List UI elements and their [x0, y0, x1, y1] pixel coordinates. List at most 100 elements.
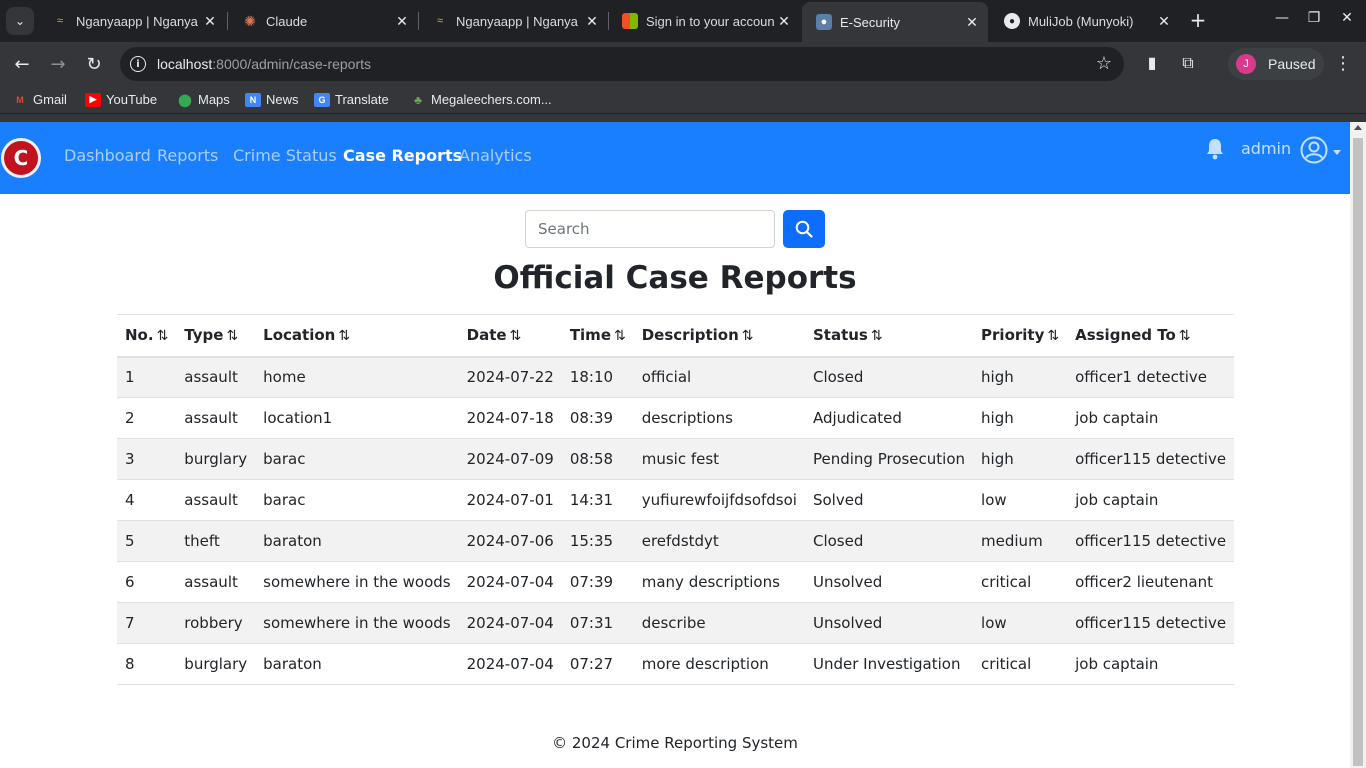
cell-location: barac	[255, 438, 459, 480]
claude-favicon-icon: ✺	[244, 12, 256, 29]
sort-icon[interactable]: ⇅	[742, 328, 754, 344]
bookmark-gmail[interactable]: M Gmail	[12, 92, 67, 107]
browser-menu-icon[interactable]: ⋮	[1334, 53, 1352, 74]
cell-status: Closed	[804, 356, 974, 398]
sort-icon[interactable]: ⇅	[871, 328, 883, 344]
notification-bell-icon[interactable]	[1205, 138, 1225, 160]
site-info-icon[interactable]: i	[130, 56, 146, 72]
cell-status: Pending Prosecution	[804, 438, 974, 480]
nav-analytics[interactable]: Analytics	[459, 146, 532, 165]
logo-letter: C	[13, 146, 29, 170]
youtube-icon: ▶	[85, 92, 101, 107]
nganya-favicon-icon: ≈	[436, 15, 444, 27]
page-footer: © 2024 Crime Reporting System	[552, 734, 798, 752]
bookmark-maps[interactable]: ⬤ Maps	[177, 92, 230, 107]
search-button[interactable]	[783, 210, 825, 248]
column-header-location[interactable]: Location ⇅	[255, 314, 459, 358]
window-close-icon[interactable]: ✕	[1337, 10, 1357, 26]
cell-priority: high	[973, 397, 1068, 439]
column-header-time[interactable]: Time ⇅	[561, 314, 634, 358]
megaleechers-icon: ♣	[414, 92, 422, 107]
news-icon: N	[245, 92, 261, 107]
column-header-no[interactable]: No. ⇅	[117, 314, 177, 358]
cell-assigned-to: officer115 detective	[1067, 438, 1235, 480]
forward-arrow-icon[interactable]: →	[46, 52, 70, 76]
browser-tab-3[interactable]: ≈ Nganyaapp | Nganya ✕	[418, 4, 608, 38]
cell-date: 2024-07-09	[458, 438, 562, 480]
microsoft-favicon-icon	[622, 13, 638, 29]
column-header-status[interactable]: Status ⇅	[804, 314, 974, 358]
bookmark-youtube[interactable]: ▶ YouTube	[85, 92, 157, 107]
browser-tab-1[interactable]: ≈ Nganyaapp | Nganya ✕	[38, 4, 226, 38]
restore-icon[interactable]: ❐	[1304, 10, 1324, 26]
browser-tab-2[interactable]: ✺ Claude ✕	[228, 4, 418, 38]
cell-location: baraton	[255, 643, 459, 685]
column-header-description[interactable]: Description ⇅	[633, 314, 805, 358]
nav-dashboard[interactable]: Dashboard	[64, 146, 151, 165]
sort-icon[interactable]: ⇅	[1047, 328, 1059, 344]
cell-priority: low	[973, 479, 1068, 521]
tab-close-icon[interactable]: ✕	[392, 13, 412, 30]
sort-icon[interactable]: ⇅	[338, 328, 350, 344]
url-host: localhost	[157, 56, 213, 72]
user-name[interactable]: admin	[1241, 139, 1291, 158]
browser-tab-6[interactable]: ● MuliJob (Munyoki) ✕	[990, 4, 1180, 38]
profile-button[interactable]: J Paused	[1228, 48, 1324, 80]
nav-reports[interactable]: Reports	[157, 146, 218, 165]
bookmark-star-icon[interactable]: ☆	[1096, 53, 1112, 74]
cell-no: 4	[117, 479, 177, 521]
sort-icon[interactable]: ⇅	[614, 328, 626, 344]
address-bar[interactable]: i localhost:8000/admin/case-reports ☆	[120, 47, 1124, 81]
sort-icon[interactable]: ⇅	[226, 328, 238, 344]
cell-description: many descriptions	[633, 561, 805, 603]
column-header-date[interactable]: Date ⇅	[458, 314, 562, 358]
new-tab-button[interactable]: +	[1186, 8, 1210, 32]
column-header-priority[interactable]: Priority ⇅	[973, 314, 1068, 358]
translate-icon: G	[314, 92, 330, 107]
browser-tab-4[interactable]: Sign in to your account ✕	[608, 4, 800, 38]
search-icon	[795, 220, 813, 238]
cell-type: burglary	[176, 438, 256, 480]
bookmark-news[interactable]: N News	[245, 92, 299, 107]
table-row: 7 robbery somewhere in the woods 2024-07…	[117, 602, 1235, 644]
app-logo[interactable]: C	[1, 138, 41, 178]
back-arrow-icon[interactable]: ←	[10, 52, 34, 76]
nav-case-reports[interactable]: Case Reports	[343, 146, 462, 165]
cell-assigned-to: job captain	[1067, 479, 1235, 521]
minimize-icon[interactable]: —	[1272, 10, 1292, 26]
tab-close-icon[interactable]: ✕	[200, 13, 220, 30]
bookmark-translate[interactable]: G Translate	[314, 92, 389, 107]
cell-status: Under Investigation	[804, 643, 974, 685]
cell-no: 6	[117, 561, 177, 603]
sort-icon[interactable]: ⇅	[1179, 328, 1191, 344]
browser-tab-5-active[interactable]: ● E-Security ✕	[802, 2, 988, 42]
column-header-type[interactable]: Type ⇅	[176, 314, 256, 358]
sort-icon[interactable]: ⇅	[510, 328, 522, 344]
extensions-puzzle-icon[interactable]: ⧉	[1177, 53, 1199, 75]
table-row: 2 assault location1 2024-07-18 08:39 des…	[117, 397, 1235, 439]
scrollbar-thumb[interactable]	[1353, 138, 1363, 766]
scroll-up-arrow-icon[interactable]	[1354, 125, 1362, 130]
column-header-assigned-to[interactable]: Assigned To ⇅	[1067, 314, 1235, 358]
cell-assigned-to: officer2 lieutenant	[1067, 561, 1235, 603]
sort-icon[interactable]: ⇅	[157, 328, 169, 344]
tab-close-icon[interactable]: ✕	[962, 14, 982, 31]
tab-close-icon[interactable]: ✕	[582, 13, 602, 30]
extension-page-icon[interactable]: ▮	[1141, 53, 1163, 75]
user-account-icon[interactable]	[1300, 136, 1328, 164]
reload-icon[interactable]: ↻	[82, 52, 106, 76]
nav-crime-status[interactable]: Crime Status	[233, 146, 337, 165]
search-input[interactable]	[525, 210, 775, 248]
bookmark-megaleechers[interactable]: ♣ Megaleechers.com...	[410, 92, 552, 107]
cell-date: 2024-07-04	[458, 602, 562, 644]
maps-pin-icon: ⬤	[178, 92, 192, 107]
cell-time: 15:35	[561, 520, 634, 562]
tab-close-icon[interactable]: ✕	[774, 13, 794, 30]
tab-title: Nganyaapp | Nganya	[76, 13, 198, 29]
user-menu-caret-icon[interactable]	[1333, 150, 1341, 155]
nganya-favicon-icon: ≈	[56, 15, 64, 27]
tab-close-icon[interactable]: ✕	[1154, 13, 1174, 30]
browser-toolbar: ← → ↻ i localhost:8000/admin/case-report…	[0, 42, 1366, 86]
tab-search-button[interactable]: ⌄	[6, 7, 34, 35]
page-scrollbar[interactable]	[1350, 122, 1366, 768]
